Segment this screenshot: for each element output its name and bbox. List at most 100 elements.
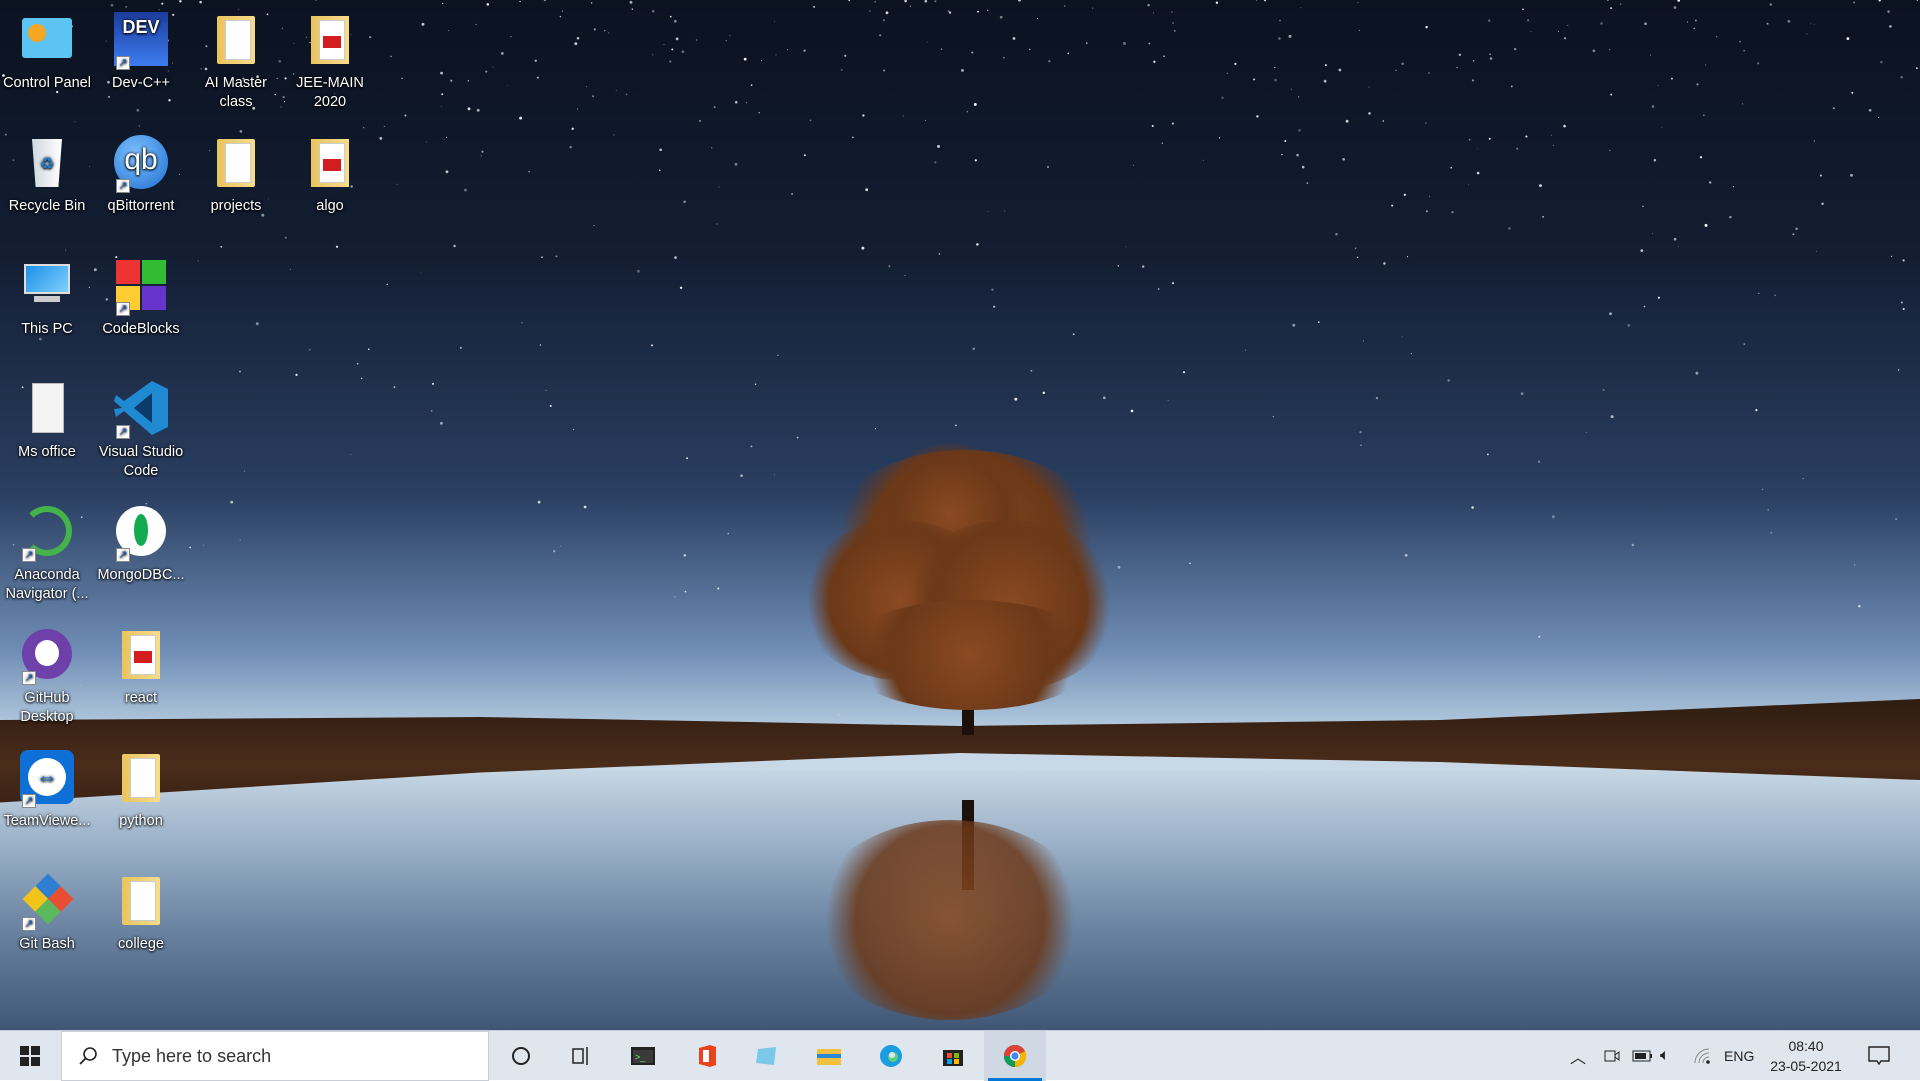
star: [519, 0, 521, 3]
star: [1696, 83, 1699, 86]
language-indicator[interactable]: ENG: [1724, 1031, 1754, 1081]
star: [679, 286, 683, 290]
star: [243, 470, 245, 472]
volume-icon[interactable]: 🔈︎: [1660, 1031, 1670, 1081]
star: [1274, 66, 1276, 69]
star: [1072, 333, 1075, 336]
star: [1774, 294, 1776, 297]
star: [1215, 1, 1219, 4]
star: [681, 50, 685, 54]
star: [1769, 3, 1773, 6]
github-icon: ↗: [18, 625, 76, 685]
desktop-icon-python[interactable]: python: [94, 744, 188, 831]
mongodb-icon: ↗: [112, 502, 170, 562]
desktop-icon-github-desktop[interactable]: ↗ GitHub Desktop: [0, 621, 94, 727]
desktop-icon-projects[interactable]: projects: [189, 129, 283, 216]
star: [773, 474, 775, 476]
desktop-icon-algo[interactable]: algo: [283, 129, 377, 216]
star: [1042, 391, 1046, 395]
chrome-taskbar-button[interactable]: [984, 1031, 1046, 1081]
star: [1530, 30, 1532, 32]
star: [1846, 37, 1850, 40]
star: [852, 136, 854, 139]
star: [356, 362, 359, 365]
desktop-icon-control-panel[interactable]: Control Panel: [0, 6, 94, 93]
star: [1802, 477, 1804, 480]
star: [1610, 7, 1613, 10]
star: [1357, 1, 1359, 4]
battery-icon[interactable]: [1632, 1031, 1654, 1081]
desktop-icon-teamviewe[interactable]: ⇔ ↗ TeamViewe...: [0, 744, 94, 831]
desktop-icon-recycle-bin[interactable]: ♻ Recycle Bin: [0, 129, 94, 216]
star: [1900, 301, 1903, 304]
star: [1125, 246, 1127, 248]
star: [401, 77, 403, 80]
star: [239, 370, 241, 373]
action-center-button[interactable]: [1868, 1031, 1890, 1081]
star: [1522, 8, 1524, 11]
star: [1889, 25, 1892, 28]
star: [1644, 22, 1647, 26]
task-view-taskbar-button[interactable]: [550, 1031, 612, 1081]
star: [1806, 33, 1808, 35]
desktop-icon-ms-office[interactable]: Ms office: [0, 375, 94, 462]
star: [431, 382, 435, 385]
star: [439, 421, 443, 425]
star: [1739, 40, 1742, 43]
star: [1383, 262, 1386, 265]
edge-icon: [878, 1043, 904, 1069]
star: [1708, 181, 1712, 184]
star: [1382, 120, 1385, 122]
desktop-icon-label: GitHub Desktop: [20, 690, 74, 725]
start-button[interactable]: [0, 1031, 60, 1081]
star: [1732, 186, 1734, 188]
terminal-taskbar-button[interactable]: >_: [612, 1031, 674, 1081]
star: [604, 30, 606, 32]
desktop-icon-college[interactable]: college: [94, 867, 188, 954]
file-explorer-taskbar-button[interactable]: [798, 1031, 860, 1081]
wifi-icon[interactable]: [1693, 1031, 1711, 1081]
office-taskbar-button[interactable]: [676, 1031, 738, 1081]
camera-icon[interactable]: [1603, 1031, 1621, 1081]
clock[interactable]: 08:40 23-05-2021: [1766, 1031, 1846, 1081]
star: [971, 51, 974, 54]
star: [1585, 432, 1587, 433]
desktop-icon-git-bash[interactable]: ↗ Git Bash: [0, 867, 94, 954]
star: [289, 268, 291, 270]
cortana-taskbar-button[interactable]: [490, 1031, 552, 1081]
desktop-icon-jee-main-2020[interactable]: JEE-MAIN 2020: [283, 6, 377, 112]
star: [924, 119, 926, 121]
star: [888, 265, 891, 268]
star: [1255, 0, 1258, 1]
star: [255, 322, 259, 326]
show-hidden-icons-button[interactable]: ︿: [1570, 1031, 1586, 1081]
star: [1404, 553, 1408, 557]
search-box[interactable]: Type here to search: [61, 1031, 489, 1081]
star: [1895, 517, 1898, 521]
star: [1456, 66, 1458, 69]
star: [1003, 56, 1005, 59]
star: [669, 60, 672, 63]
desktop-icon-label: Anaconda Navigator (...: [5, 567, 89, 602]
desktop-icon-ai-master-class[interactable]: AI Master class: [189, 6, 283, 112]
desktop-icon-mongodbc[interactable]: ↗ MongoDBC...: [94, 498, 188, 585]
store-taskbar-button[interactable]: [922, 1031, 984, 1081]
desktop-icon-anaconda-navigator[interactable]: ↗ Anaconda Navigator (...: [0, 498, 94, 604]
star: [671, 48, 674, 51]
desktop-icon-label: Control Panel: [3, 75, 91, 91]
notepad-taskbar-button[interactable]: [736, 1031, 798, 1081]
star: [716, 223, 718, 225]
star: [1142, 265, 1145, 268]
desktop-icon-this-pc[interactable]: This PC: [0, 252, 94, 339]
star: [1743, 343, 1745, 345]
shortcut-arrow-icon: ↗: [22, 671, 36, 685]
desktop-icon-visual-studio-code[interactable]: ↗ Visual Studio Code: [94, 375, 188, 481]
star: [220, 245, 223, 248]
desktop-icon-react[interactable]: react: [94, 621, 188, 708]
desktop-icon-codeblocks[interactable]: ↗ CodeBlocks: [94, 252, 188, 339]
star: [1686, 21, 1688, 23]
desktop-icon-dev-c[interactable]: DEV ↗ Dev-C++: [94, 6, 188, 93]
star: [976, 243, 979, 246]
edge-taskbar-button[interactable]: [860, 1031, 922, 1081]
desktop-icon-qbittorrent[interactable]: qb ↗ qBittorrent: [94, 129, 188, 216]
